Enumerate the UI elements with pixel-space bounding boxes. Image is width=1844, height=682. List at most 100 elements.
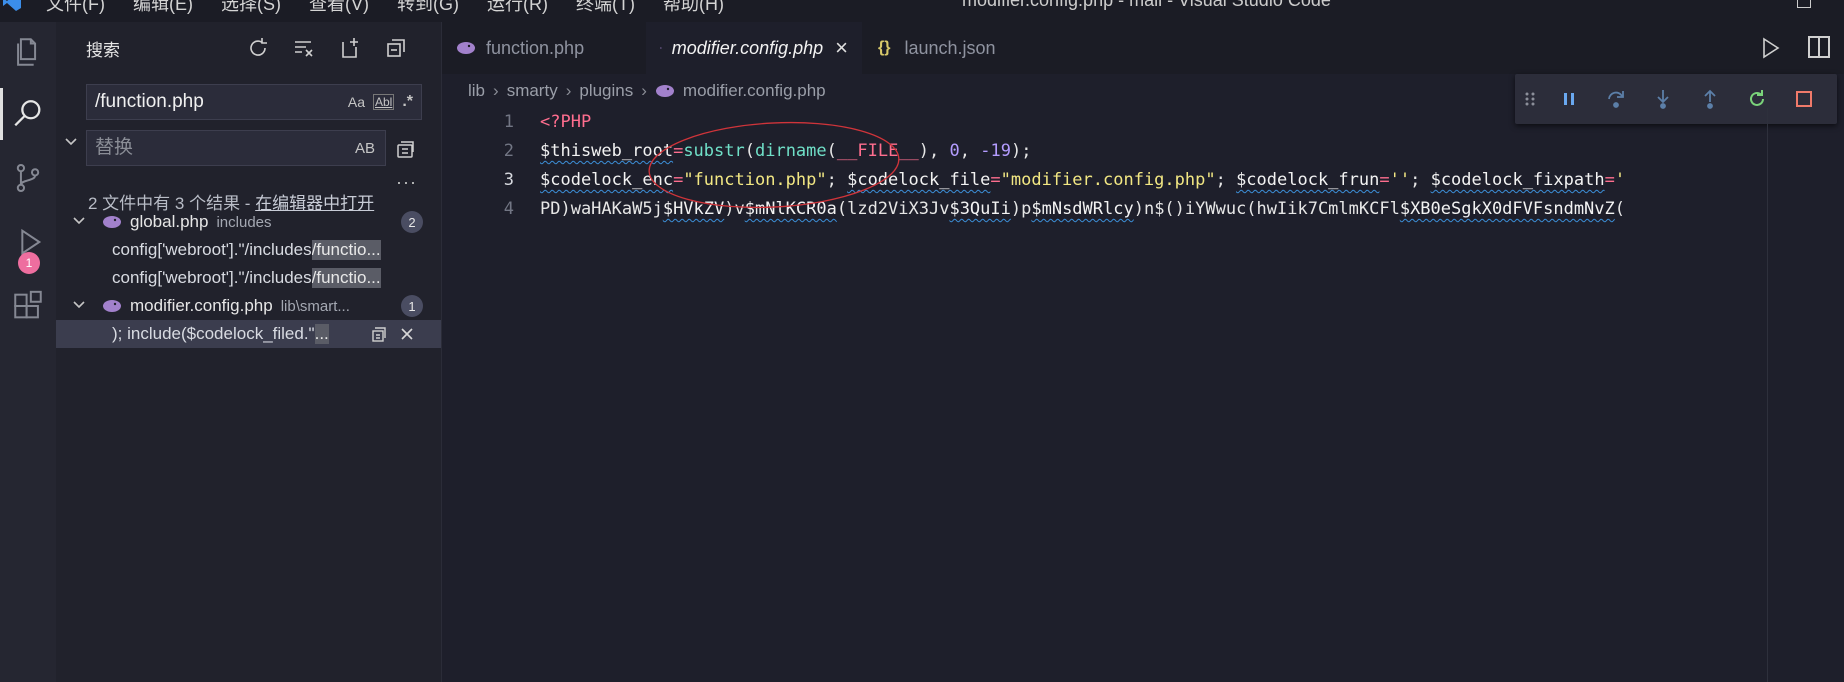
tab-modifier-config-php[interactable]: modifier.config.php × [646,22,862,74]
tab-function-php[interactable]: function.php [442,22,644,74]
new-search-editor-icon[interactable] [336,34,364,62]
code-token: = [673,141,684,161]
title-bar: 文件(F) 编辑(E) 选择(S) 查看(V) 转到(G) 运行(R) 终端(T… [0,0,1844,22]
code-token: $mNsdWRlcy [1031,199,1134,219]
code-token: )p [1010,199,1032,219]
preserve-case-toggle[interactable]: AB [355,140,375,157]
toggle-replace-chevron-icon[interactable] [60,112,82,172]
line-number: 2 [503,141,514,161]
code-token: $XB0eSgkX0dFVFsndmNvZ [1399,199,1615,219]
menu-selection[interactable]: 选择(S) [221,0,281,16]
code-token: ; [1215,170,1237,190]
chevron-right-icon: › [641,81,647,100]
chevron-right-icon: › [565,81,572,100]
editor-ruler [1767,108,1768,682]
replace-box: AB [86,130,386,166]
code-token: $codelock_file [847,170,991,190]
search-match-row-selected[interactable]: ); include($codelock_filed."... [56,320,441,348]
match-context: config['webroot']."/includes [112,240,312,259]
match-highlight: /functio... [311,240,381,260]
match-case-toggle[interactable]: Aa [348,94,365,110]
replace-match-icon[interactable] [368,323,390,345]
code-token: <?PHP [540,112,592,132]
breadcrumb-item[interactable]: plugins [579,81,633,101]
debug-badge: 1 [18,252,40,274]
result-file-global[interactable]: global.php includes 2 [56,208,441,236]
match-context: config['webroot']."/includes [112,268,312,287]
match-context: ); include($codelock_filed." [112,324,315,343]
vscode-logo-icon [2,0,22,12]
code-token: substr [683,141,745,161]
code-token: $3QuIi [949,199,1011,219]
result-count-badge: 2 [401,211,423,233]
explorer-icon[interactable] [0,22,56,82]
source-control-icon[interactable] [0,148,56,208]
code-token: = [1604,170,1615,190]
breadcrumb-item[interactable]: smarty [507,81,558,101]
code-text: $codelock_enc="function.php"; $codelock_… [540,170,1625,190]
clear-results-icon[interactable] [290,34,318,62]
code-token: )n$()iYWwuc(hwIik7CmlmKCFl [1133,199,1400,219]
menu-bar: 文件(F) 编辑(E) 选择(S) 查看(V) 转到(G) 运行(R) 终端(T… [46,0,724,16]
code-line[interactable]: 2 $thisweb_root=substr(dirname(__FILE__),… [442,137,1767,165]
menu-terminal[interactable]: 终端(T) [576,0,635,16]
breadcrumb-item[interactable]: lib [468,81,485,101]
menu-view[interactable]: 查看(V) [309,0,369,16]
close-icon[interactable]: × [835,35,848,61]
code-line[interactable]: 4 PD)waHAKaW5j$HVkZV)v$mNlKCR0a(lzd2ViX3J… [442,195,1767,223]
refresh-icon[interactable] [244,34,272,62]
more-options-icon[interactable]: ··· [396,172,417,193]
menu-run[interactable]: 运行(R) [487,0,548,16]
search-match-row[interactable]: config['webroot']."/includes/functio... [56,264,441,292]
result-file-modifier-config[interactable]: modifier.config.php lib\smart... 1 [56,292,441,320]
php-file-icon [457,42,475,54]
line-number: 1 [503,112,514,132]
code-token: "modifier.config.php" [1000,170,1216,190]
code-line[interactable]: 3 $codelock_enc="function.php"; $codelock… [442,166,1767,194]
php-file-icon [103,300,121,312]
window-restore-icon[interactable] [1797,0,1811,8]
menu-edit[interactable]: 编辑(E) [133,0,193,16]
code-token: )v [724,199,745,219]
code-token: PD)waHAKaW5j [540,199,663,219]
sidebar-title: 搜索 [86,41,120,60]
search-match-row[interactable]: config['webroot']."/includes/functio... [56,236,441,264]
collapse-all-icon[interactable] [382,34,410,62]
whole-word-toggle[interactable]: Abl [372,94,395,110]
code-token: 0 [949,141,960,161]
code-token: ' [1614,170,1626,190]
tab-launch-json[interactable]: {} launch.json [864,22,1024,74]
search-sidebar: 搜索 Aa Abl .* AB ··· 2 文件中有 3 个结果 - 在编辑器中… [56,22,442,682]
code-token: $thisweb_root [540,141,674,161]
menu-file[interactable]: 文件(F) [46,0,105,16]
breadcrumb: lib › smarty › plugins › modifier.config… [468,80,826,102]
dismiss-match-icon[interactable] [396,323,418,345]
chevron-right-icon: › [493,81,499,100]
menu-help[interactable]: 帮助(H) [663,0,724,16]
code-token: -19 [980,141,1011,161]
chevron-down-icon [72,214,88,231]
replace-all-icon[interactable] [394,136,418,160]
code-token: ; [1410,170,1431,190]
split-editor-icon[interactable] [1808,36,1830,58]
run-debug-icon[interactable]: 1 [0,212,56,274]
code-text: PD)waHAKaW5j$HVkZV)v$mNlKCR0a(lzd2ViX3Jv… [540,199,1625,219]
breadcrumb-item[interactable]: modifier.config.php [683,81,826,101]
code-editor[interactable]: 1 <?PHP 2 $thisweb_root=substr(dirname(__FI… [442,108,1844,682]
regex-toggle[interactable]: .* [402,93,413,111]
code-text: $thisweb_root=substr(dirname(__FILE__), … [540,141,1031,161]
replace-input[interactable] [87,131,355,165]
tab-label: modifier.config.php [671,37,824,58]
chevron-down-icon [72,298,88,315]
code-token: = [1379,170,1390,190]
search-input[interactable] [87,85,348,119]
code-token: ( [744,141,755,161]
code-text: <?PHP [540,112,591,132]
run-file-icon[interactable] [1758,36,1782,60]
code-line[interactable]: 1 <?PHP [442,108,1767,136]
search-icon[interactable] [0,84,56,144]
extensions-icon[interactable] [0,276,56,336]
code-token: $HVkZV [662,199,725,219]
menu-go[interactable]: 转到(G) [397,0,459,16]
php-file-icon [660,47,662,49]
